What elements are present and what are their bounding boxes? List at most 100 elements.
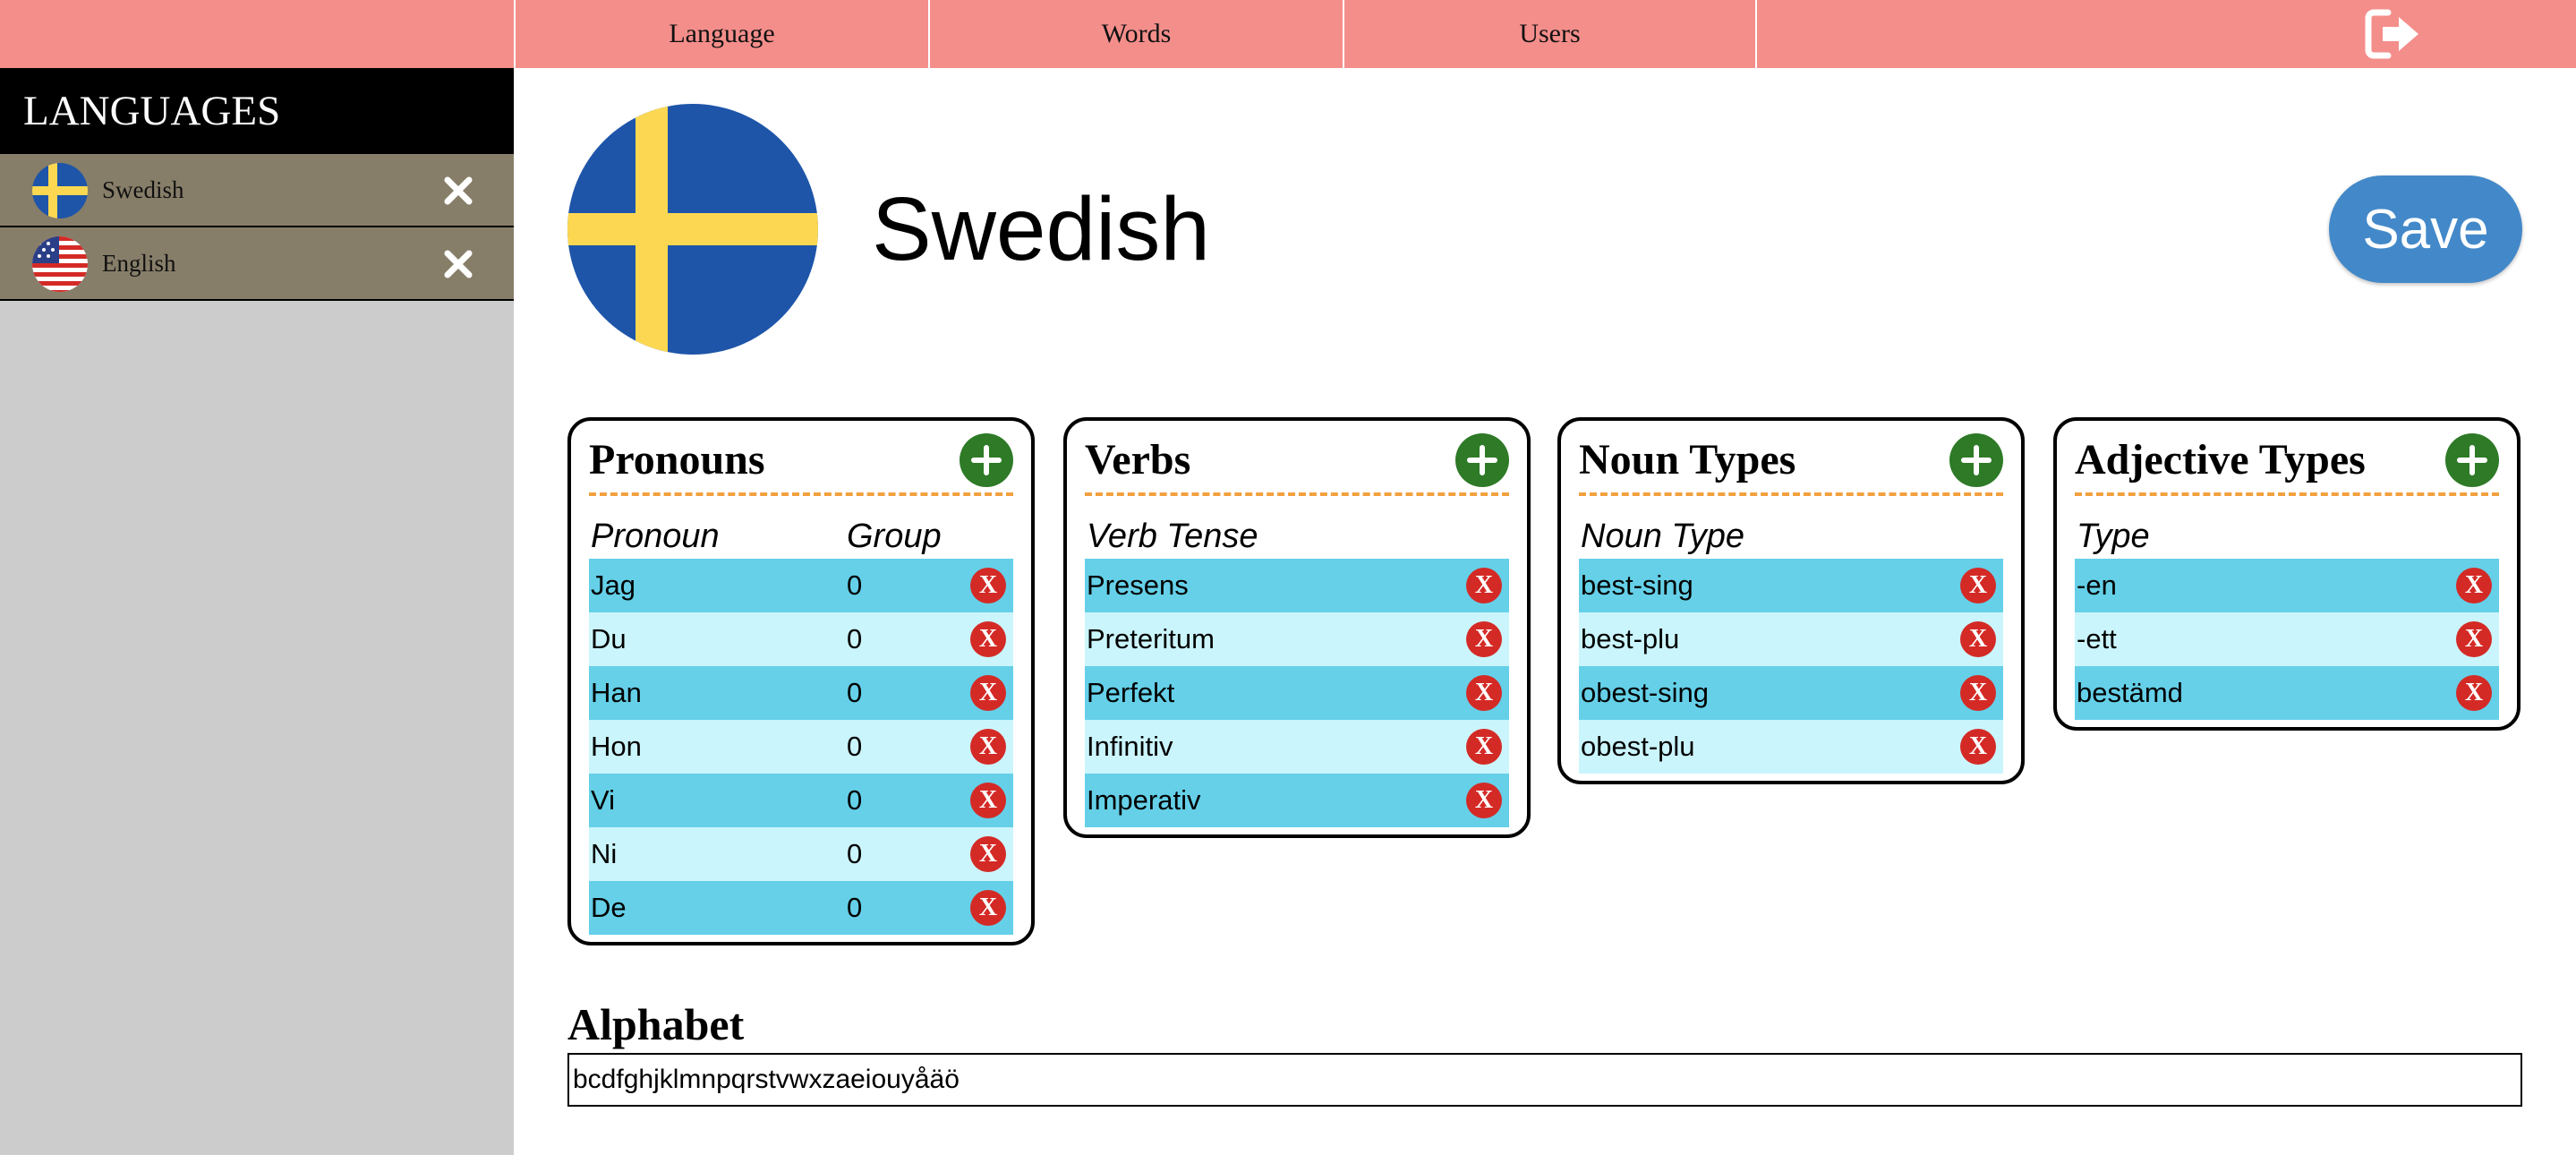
table-row: Preteritum X: [1085, 612, 1509, 666]
group-cell[interactable]: 0: [847, 569, 862, 602]
usa-flag-icon: [32, 236, 88, 292]
column-header-pronoun: Pronoun: [591, 518, 720, 555]
remove-row-button[interactable]: X: [970, 675, 1006, 711]
remove-row-button[interactable]: X: [1960, 675, 1996, 711]
verb-tense-cell[interactable]: Infinitiv: [1087, 731, 1173, 763]
table-row: obest-sing X: [1579, 666, 2003, 720]
card-title: Verbs: [1085, 436, 1191, 483]
remove-language-icon[interactable]: [442, 175, 474, 207]
add-pronoun-button[interactable]: [960, 433, 1013, 487]
sidebar-item-swedish[interactable]: Swedish: [0, 154, 514, 227]
column-header-type: Type: [2077, 518, 2150, 555]
column-header-group: Group: [847, 518, 942, 555]
noun-type-cell[interactable]: obest-sing: [1581, 677, 1709, 709]
remove-row-button[interactable]: X: [970, 568, 1006, 603]
sweden-flag-icon: [32, 163, 88, 218]
group-cell[interactable]: 0: [847, 892, 862, 924]
group-cell[interactable]: 0: [847, 838, 862, 870]
sidebar-item-english[interactable]: English: [0, 227, 514, 301]
table-row: Presens X: [1085, 559, 1509, 612]
card-title: Pronouns: [589, 436, 765, 483]
logout-icon[interactable]: [2363, 7, 2426, 61]
noun-types-card: Noun Types Noun Type best-sing X best-plu…: [1557, 417, 2025, 784]
pronoun-cell[interactable]: Jag: [591, 569, 635, 602]
save-button[interactable]: Save: [2329, 175, 2522, 283]
page-title: Swedish: [872, 179, 1210, 279]
tab-words[interactable]: Words: [928, 0, 1343, 68]
table-row: De 0 X: [589, 881, 1013, 935]
divider: [2075, 492, 2499, 496]
add-adjective-type-button[interactable]: [2445, 433, 2499, 487]
table-row: obest-plu X: [1579, 720, 2003, 774]
alphabet-label: Alphabet: [567, 999, 745, 1049]
table-row: Du 0 X: [589, 612, 1013, 666]
pronoun-cell[interactable]: Ni: [591, 838, 617, 870]
group-cell[interactable]: 0: [847, 784, 862, 817]
remove-row-button[interactable]: X: [970, 836, 1006, 872]
remove-row-button[interactable]: X: [1466, 729, 1502, 765]
verb-tense-cell[interactable]: Perfekt: [1087, 677, 1174, 709]
tab-users[interactable]: Users: [1343, 0, 1757, 68]
add-verb-tense-button[interactable]: [1455, 433, 1509, 487]
verb-tense-cell[interactable]: Preteritum: [1087, 623, 1215, 655]
card-title: Noun Types: [1579, 436, 1796, 483]
noun-type-cell[interactable]: best-plu: [1581, 623, 1679, 655]
remove-row-button[interactable]: X: [1466, 783, 1502, 818]
remove-row-button[interactable]: X: [1466, 621, 1502, 657]
remove-row-button[interactable]: X: [1960, 568, 1996, 603]
language-flag-image: [567, 104, 818, 355]
sidebar: LANGUAGES Swedish English: [0, 68, 514, 1155]
remove-row-button[interactable]: X: [1960, 621, 1996, 657]
remove-row-button[interactable]: X: [1960, 729, 1996, 765]
adjective-type-cell[interactable]: -ett: [2077, 623, 2117, 655]
noun-type-cell[interactable]: best-sing: [1581, 569, 1693, 602]
sidebar-title: LANGUAGES: [0, 68, 514, 154]
pronouns-card: Pronouns Pronoun Group Jag 0 X Du 0 X Han 0 X …: [567, 417, 1035, 945]
remove-row-button[interactable]: X: [1466, 675, 1502, 711]
remove-row-button[interactable]: X: [970, 783, 1006, 818]
remove-row-button[interactable]: X: [2456, 675, 2492, 711]
pronoun-cell[interactable]: Hon: [591, 731, 642, 763]
verb-tense-cell[interactable]: Presens: [1087, 569, 1189, 602]
remove-row-button[interactable]: X: [2456, 568, 2492, 603]
pronoun-cell[interactable]: De: [591, 892, 627, 924]
remove-row-button[interactable]: X: [1466, 568, 1502, 603]
remove-row-button[interactable]: X: [970, 621, 1006, 657]
alphabet-input[interactable]: [567, 1053, 2522, 1107]
verbs-card: Verbs Verb Tense Presens X Preteritum X Pe…: [1063, 417, 1531, 838]
column-header-noun-type: Noun Type: [1581, 518, 1745, 555]
table-row: Vi 0 X: [589, 774, 1013, 827]
group-cell[interactable]: 0: [847, 677, 862, 709]
divider: [1579, 492, 2003, 496]
table-row: -ett X: [2075, 612, 2499, 666]
remove-language-icon[interactable]: [442, 248, 474, 280]
table-row: Ni 0 X: [589, 827, 1013, 881]
table-row: Infinitiv X: [1085, 720, 1509, 774]
adjective-type-cell[interactable]: bestämd: [2077, 677, 2183, 709]
pronoun-cell[interactable]: Vi: [591, 784, 615, 817]
group-cell[interactable]: 0: [847, 731, 862, 763]
table-row: Jag 0 X: [589, 559, 1013, 612]
adjective-type-cell[interactable]: -en: [2077, 569, 2117, 602]
table-row: -en X: [2075, 559, 2499, 612]
pronoun-cell[interactable]: Han: [591, 677, 642, 709]
group-cell[interactable]: 0: [847, 623, 862, 655]
card-title: Adjective Types: [2075, 436, 2366, 483]
remove-row-button[interactable]: X: [970, 890, 1006, 926]
sidebar-item-label: English: [102, 249, 176, 277]
pronoun-cell[interactable]: Du: [591, 623, 627, 655]
remove-row-button[interactable]: X: [970, 729, 1006, 765]
table-row: Imperativ X: [1085, 774, 1509, 827]
column-header-verb-tense: Verb Tense: [1087, 518, 1258, 555]
noun-type-cell[interactable]: obest-plu: [1581, 731, 1695, 763]
add-noun-type-button[interactable]: [1949, 433, 2003, 487]
table-row: Hon 0 X: [589, 720, 1013, 774]
tab-language[interactable]: Language: [514, 0, 928, 68]
table-row: Perfekt X: [1085, 666, 1509, 720]
top-nav-bar: Language Words Users: [0, 0, 2576, 68]
divider: [1085, 492, 1509, 496]
table-row: best-sing X: [1579, 559, 2003, 612]
verb-tense-cell[interactable]: Imperativ: [1087, 784, 1200, 817]
table-row: best-plu X: [1579, 612, 2003, 666]
remove-row-button[interactable]: X: [2456, 621, 2492, 657]
